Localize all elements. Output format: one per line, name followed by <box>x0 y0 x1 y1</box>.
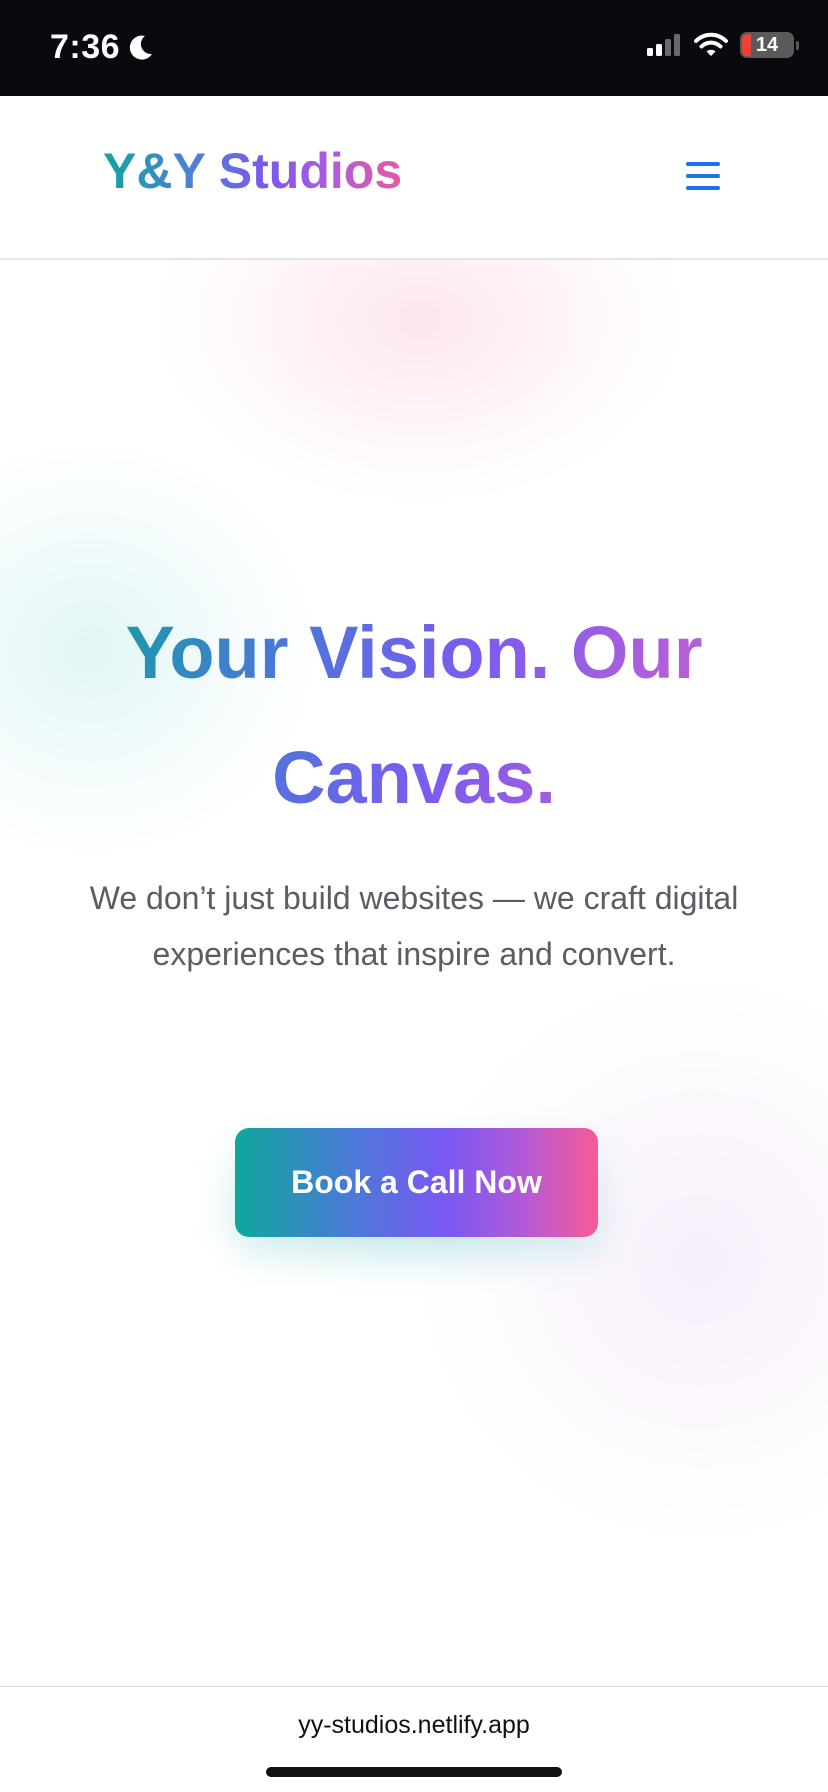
status-time-group: 7:36 <box>50 28 154 67</box>
home-indicator[interactable] <box>266 1767 562 1777</box>
status-time: 7:36 <box>50 28 121 66</box>
battery-level: 14 <box>755 33 779 56</box>
menu-bar-middle <box>686 174 720 178</box>
battery-terminal <box>796 41 799 50</box>
hero-section: Your Vision. Our Canvas. We don’t just b… <box>0 260 828 1686</box>
url-display[interactable]: yy-studios.netlify.app <box>0 1711 828 1740</box>
moon-icon <box>129 35 153 60</box>
hero-title: Your Vision. Our Canvas. <box>60 590 768 840</box>
menu-bar-top <box>686 162 720 166</box>
browser-address-bar: yy-studios.netlify.app <box>0 1686 828 1792</box>
background-glow-pink <box>160 260 680 500</box>
hamburger-menu-icon[interactable] <box>684 162 726 198</box>
menu-bar-bottom <box>686 186 720 190</box>
site-header: Y&Y Studios <box>0 96 828 260</box>
battery-icon: 14 <box>740 32 799 58</box>
site-logo[interactable]: Y&Y Studios <box>103 146 402 196</box>
book-call-button[interactable]: Book a Call Now <box>235 1128 598 1237</box>
cellular-signal-icon <box>647 34 680 56</box>
status-indicators: 14 <box>646 32 799 58</box>
hero-subtitle: We don’t just build websites — we craft … <box>89 880 739 972</box>
wifi-icon <box>694 32 728 56</box>
status-bar: 7:36 14 <box>0 0 828 96</box>
